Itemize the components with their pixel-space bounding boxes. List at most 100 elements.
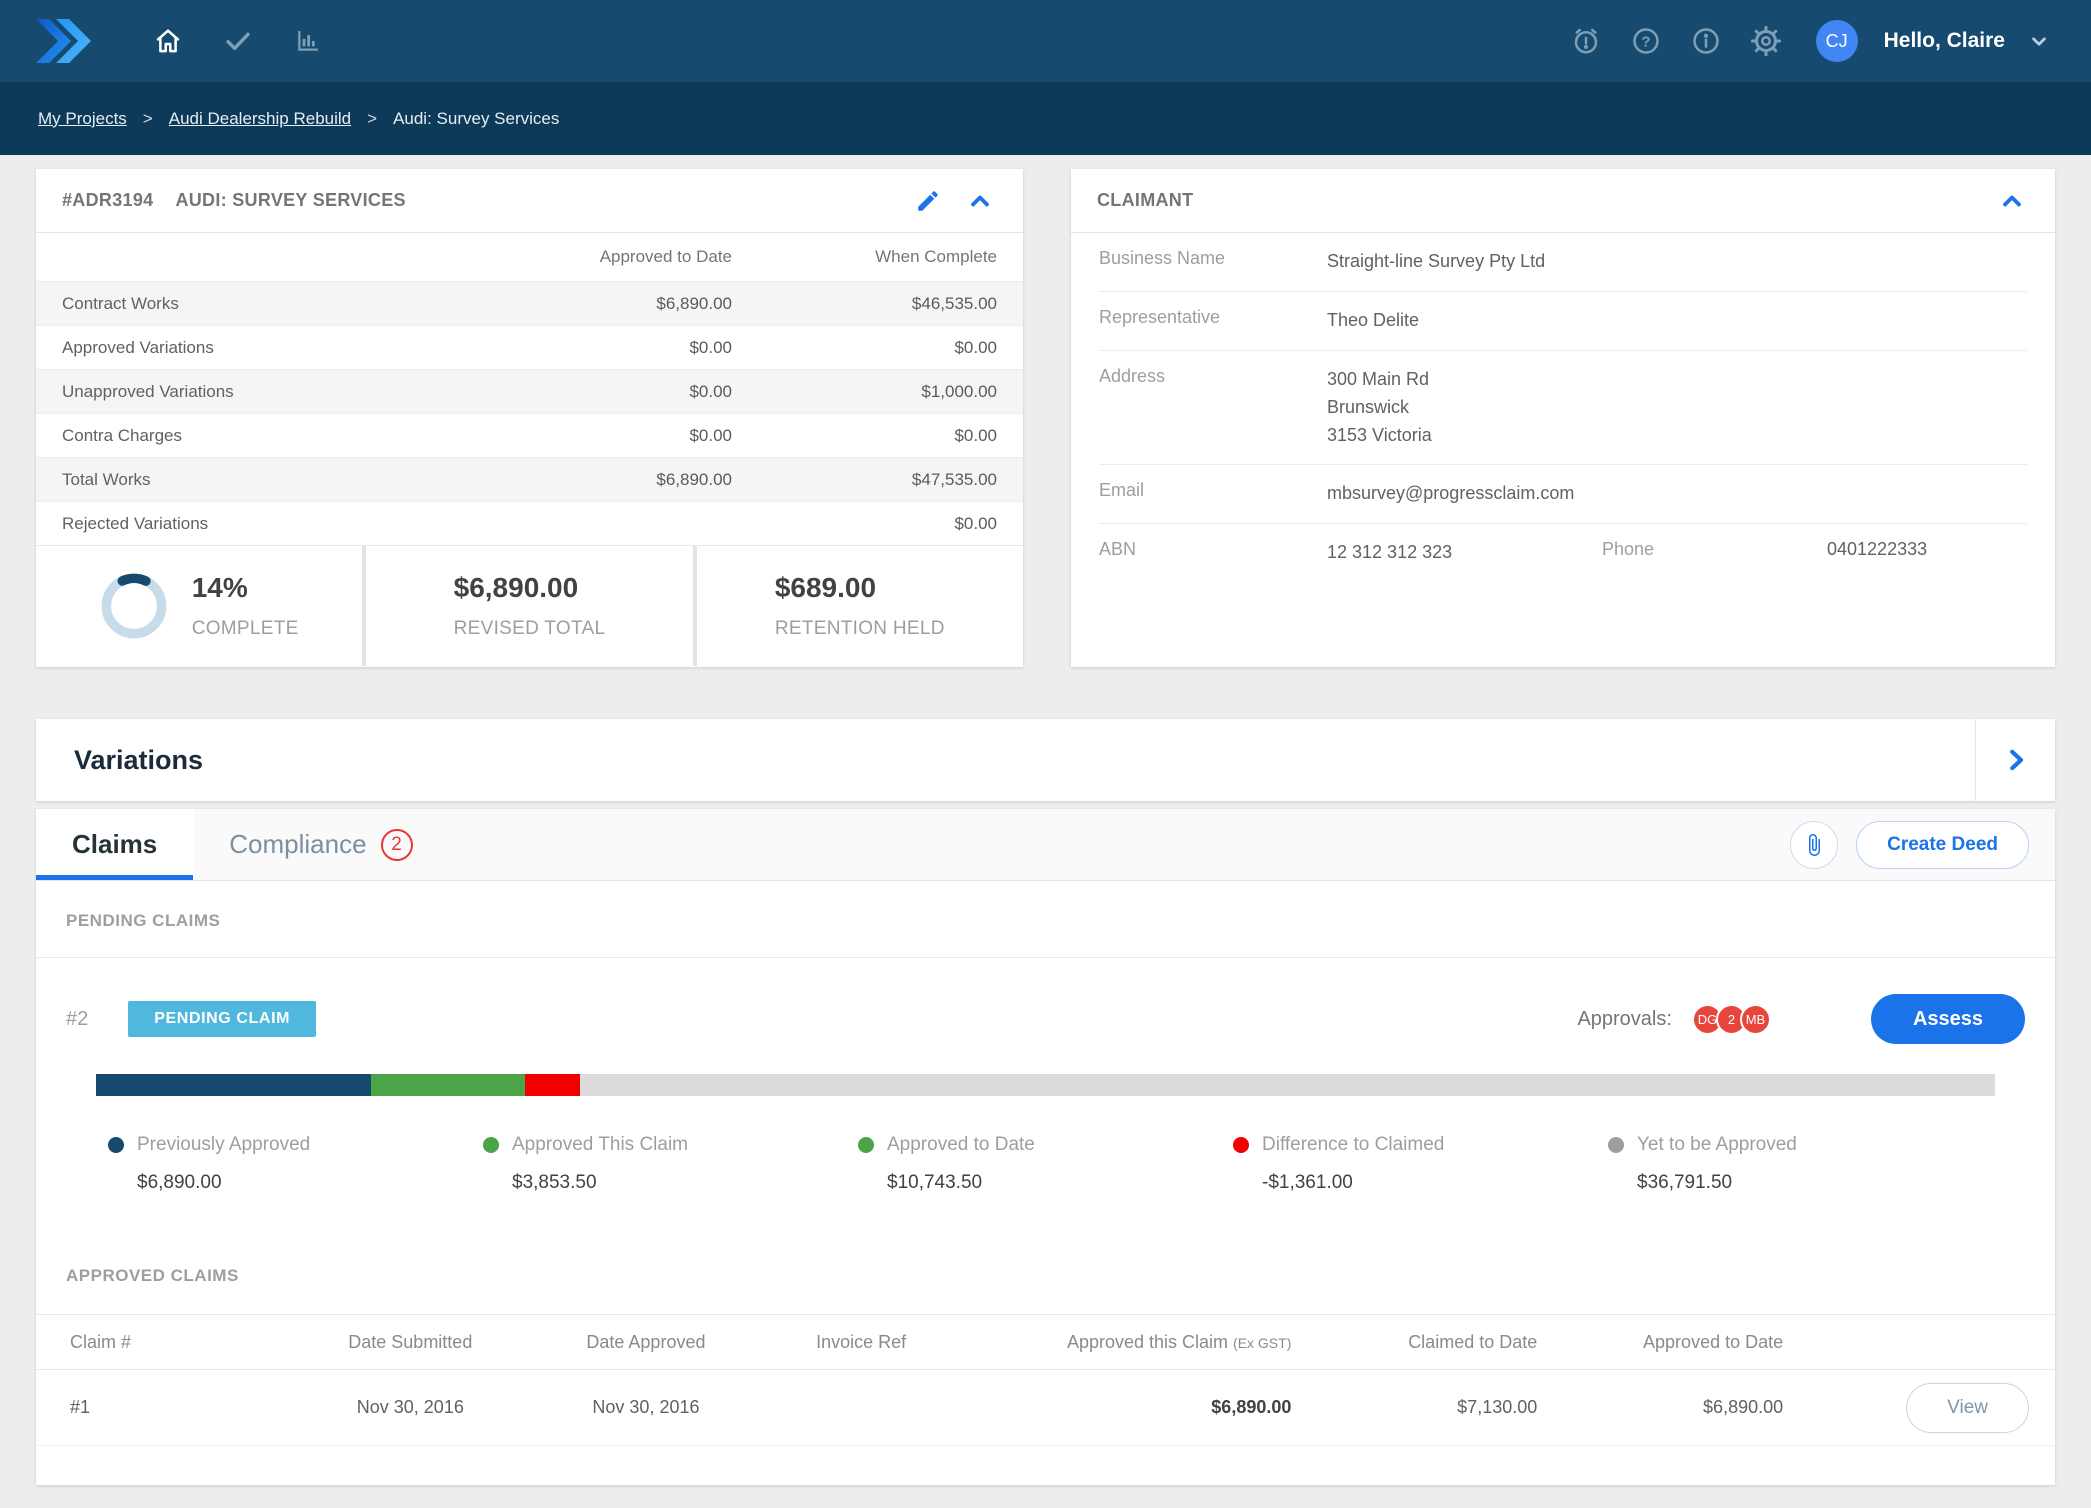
row-complete-value: $0.00 — [732, 514, 997, 534]
breadcrumb-project[interactable]: Audi Dealership Rebuild — [169, 109, 351, 129]
top-navbar: ? CJ Hello, Claire — [0, 0, 2091, 82]
legend-label: Yet to be Approved — [1637, 1134, 1797, 1156]
row-complete-value: $1,000.00 — [732, 382, 997, 402]
abn-value: 12 312 312 323 — [1327, 539, 1462, 567]
cell-claimed-to-date: $7,130.00 — [1291, 1397, 1537, 1418]
svg-text:?: ? — [1641, 33, 1650, 50]
attachments-paperclip-icon[interactable] — [1790, 821, 1838, 869]
user-avatar[interactable]: CJ — [1816, 20, 1858, 62]
compliance-count-badge: 2 — [381, 829, 413, 861]
variations-panel: Variations — [36, 719, 2055, 801]
approved-claims-table-header: Claim # Date Submitted Date Approved Inv… — [36, 1314, 2055, 1370]
column-claim-number: Claim # — [62, 1332, 287, 1353]
legend-item: Difference to Claimed -$1,361.00 — [1233, 1134, 1608, 1194]
address-line: 300 Main Rd — [1327, 366, 1432, 394]
breadcrumb: My Projects > Audi Dealership Rebuild > … — [0, 82, 2091, 155]
breadcrumb-my-projects[interactable]: My Projects — [38, 109, 127, 129]
address-value: 300 Main Rd Brunswick 3153 Victoria — [1327, 366, 1432, 450]
row-approved-value: $0.00 — [517, 426, 732, 446]
column-approved-to-date: Approved to Date — [517, 247, 732, 267]
legend-item: Yet to be Approved $36,791.50 — [1608, 1134, 1983, 1194]
help-icon[interactable]: ? — [1622, 17, 1670, 65]
stat-label: REVISED TOTAL — [454, 618, 606, 640]
reports-chart-icon[interactable] — [282, 15, 334, 67]
claim-legend: Previously Approved $6,890.00 Approved T… — [108, 1134, 1983, 1240]
claimant-card: CLAIMANT Business Name Straight-line Sur… — [1071, 169, 2055, 667]
stat-retention-held: $689.00 RETENTION HELD — [693, 546, 1023, 666]
row-label: Contra Charges — [62, 426, 517, 446]
breadcrumb-separator: > — [143, 109, 153, 129]
column-claimed-to-date: Claimed to Date — [1291, 1332, 1537, 1353]
claimant-card-title: CLAIMANT — [1097, 190, 1193, 211]
progress-segment-approved-this-claim — [371, 1074, 525, 1096]
column-label: Approved this Claim — [1067, 1332, 1228, 1352]
legend-value: $36,791.50 — [1637, 1172, 1983, 1194]
pending-claims-header: PENDING CLAIMS — [66, 911, 220, 930]
row-approved-value: $6,890.00 — [517, 294, 732, 314]
legend-dot — [108, 1137, 124, 1153]
field-label: ABN — [1099, 539, 1327, 567]
legend-value: $6,890.00 — [137, 1172, 483, 1194]
tab-label: Compliance — [229, 829, 366, 860]
table-row: Contract Works $6,890.00 $46,535.00 — [36, 281, 1023, 325]
home-icon[interactable] — [142, 15, 194, 67]
row-label: Unapproved Variations — [62, 382, 517, 402]
contract-table-header: Approved to Date When Complete — [36, 233, 1023, 281]
legend-label: Previously Approved — [137, 1134, 310, 1156]
row-complete-value: $46,535.00 — [732, 294, 997, 314]
breadcrumb-separator: > — [367, 109, 377, 129]
approver-avatar[interactable]: MB — [1740, 1004, 1771, 1035]
variations-title: Variations — [36, 719, 1975, 801]
field-label: Business Name — [1099, 248, 1327, 276]
legend-label: Approved This Claim — [512, 1134, 688, 1156]
legend-label: Difference to Claimed — [1262, 1134, 1444, 1156]
business-name-row: Business Name Straight-line Survey Pty L… — [1099, 233, 2027, 291]
tab-compliance[interactable]: Compliance 2 — [193, 809, 448, 880]
edit-pencil-icon[interactable] — [911, 184, 945, 218]
expand-chevron-right-icon[interactable] — [1975, 719, 2055, 801]
field-label: Email — [1099, 480, 1327, 508]
email-value: mbsurvey@progressclaim.com — [1327, 480, 1574, 508]
collapse-chevron-up-icon[interactable] — [1995, 184, 2029, 218]
stat-value: $6,890.00 — [454, 572, 606, 604]
collapse-chevron-up-icon[interactable] — [963, 184, 997, 218]
settings-gear-icon[interactable] — [1742, 17, 1790, 65]
contract-id: #ADR3194 — [62, 190, 153, 211]
contract-title: AUDI: SURVEY SERVICES — [175, 190, 405, 211]
legend-value: $10,743.50 — [887, 1172, 1233, 1194]
create-deed-button[interactable]: Create Deed — [1856, 821, 2029, 869]
cell-approved-this-claim: $6,890.00 — [964, 1397, 1292, 1418]
stat-revised-total: $6,890.00 REVISED TOTAL — [362, 546, 692, 666]
row-approved-value: $0.00 — [517, 338, 732, 358]
pending-claim-status-badge: PENDING CLAIM — [128, 1001, 316, 1037]
claims-panel: Claims Compliance 2 Create Deed PENDING … — [36, 809, 2055, 1485]
info-icon[interactable] — [1682, 17, 1730, 65]
business-name-value: Straight-line Survey Pty Ltd — [1327, 248, 1545, 276]
tab-claims[interactable]: Claims — [36, 809, 193, 880]
row-approved-value: $6,890.00 — [517, 470, 732, 490]
legend-dot — [858, 1137, 874, 1153]
address-row: Address 300 Main Rd Brunswick 3153 Victo… — [1099, 350, 2027, 465]
abn-phone-row: ABN 12 312 312 323 Phone 0401222333 — [1099, 523, 2027, 582]
user-menu-chevron-down-icon[interactable] — [2017, 19, 2061, 63]
cell-claim-number: #1 — [62, 1397, 287, 1418]
progress-segment-previously-approved — [96, 1074, 371, 1096]
phone-label: Phone — [1602, 539, 1827, 567]
stat-label: RETENTION HELD — [775, 618, 945, 640]
legend-item: Previously Approved $6,890.00 — [108, 1134, 483, 1194]
alarm-notifications-icon[interactable] — [1562, 17, 1610, 65]
table-row: Contra Charges $0.00 $0.00 — [36, 413, 1023, 457]
row-label: Approved Variations — [62, 338, 517, 358]
column-invoice-ref: Invoice Ref — [759, 1332, 964, 1353]
stat-label: COMPLETE — [192, 618, 299, 640]
column-date-submitted: Date Submitted — [287, 1332, 533, 1353]
cell-date-approved: Nov 30, 2016 — [533, 1397, 758, 1418]
approvals-check-icon[interactable] — [212, 15, 264, 67]
representative-row: Representative Theo Delite — [1099, 291, 2027, 350]
tab-bar: Claims Compliance 2 Create Deed — [36, 809, 2055, 881]
view-claim-button[interactable]: View — [1906, 1383, 2029, 1433]
assess-button[interactable]: Assess — [1871, 994, 2025, 1044]
table-row: Total Works $6,890.00 $47,535.00 — [36, 457, 1023, 501]
column-approved-to-date: Approved to Date — [1537, 1332, 1783, 1353]
app-logo-icon[interactable] — [36, 19, 100, 63]
